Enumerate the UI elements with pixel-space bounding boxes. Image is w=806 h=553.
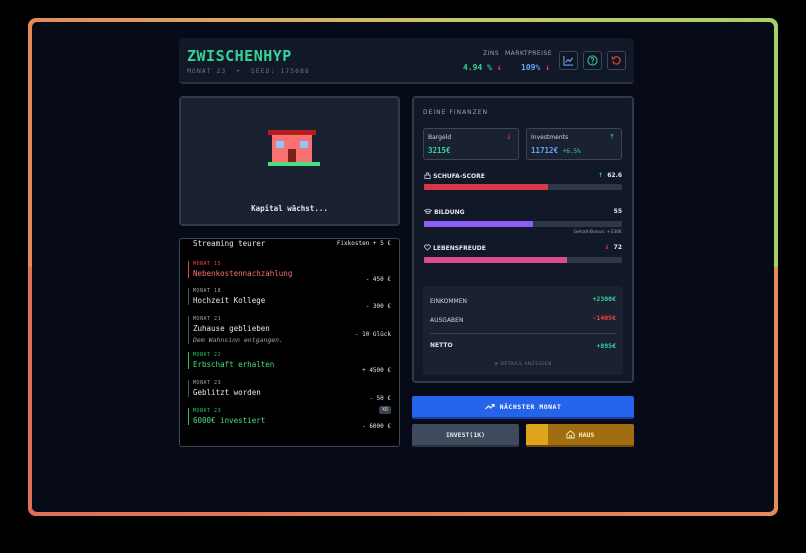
chart-button[interactable] (559, 51, 578, 70)
cash-trend-icon: ↓ (506, 133, 512, 141)
log-entry: MONAT 23 6000€ investiert - 6000 € X6 (188, 406, 391, 430)
house-progress (526, 424, 548, 445)
details-toggle[interactable]: ⊕ DETAILS ANZEIGEN (423, 362, 623, 367)
expenses-row: AUSGABEN -1405€ (430, 314, 616, 324)
lebensfreude-value: 72 (613, 244, 622, 251)
help-button[interactable] (583, 51, 602, 70)
lebensfreude-trend-icon: ↓ (604, 244, 610, 251)
investments-card: Investments ↑ 11712€ +6.5% (526, 128, 622, 160)
screen-frame: ZWISCHENHYP MONAT 23 • SEED: 175688 ZINS… (28, 18, 778, 516)
salary-bonus: Gehalt-Bonus: +330€ (573, 230, 622, 235)
schufa-meter (424, 184, 622, 190)
log-entry: MONAT 18 Hochzeit Kollege - 300 € (188, 288, 391, 310)
next-month-button[interactable]: NÄCHSTER MONAT (412, 396, 634, 419)
schufa-trend-icon: ↑ (597, 172, 603, 179)
top-bar: ZWISCHENHYP MONAT 23 • SEED: 175688 ZINS… (179, 38, 634, 84)
schufa-header: SCHUFA-SCORE ↑ 62.6 (424, 172, 622, 180)
trending-up-icon (484, 403, 495, 410)
log-entry: MONAT 23 Geblitzt worden - 50 € (188, 380, 391, 402)
graduation-cap-icon (423, 208, 433, 214)
lebensfreude-header: LEBENSFREUDE ↓ 72 (424, 244, 622, 252)
zins-label: ZINS (483, 50, 500, 57)
reset-button[interactable] (607, 51, 626, 70)
bildung-meter (424, 221, 622, 227)
buy-house-button[interactable]: HAUS (526, 424, 634, 447)
help-icon (587, 55, 598, 66)
bildung-value: 55 (613, 208, 622, 215)
lebensfreude-meter (424, 257, 622, 263)
bildung-header: BILDUNG 55 (423, 208, 622, 216)
schufa-value: 62.6 (607, 172, 622, 179)
expenses-value: -1405€ (592, 314, 616, 322)
netto-value: +895€ (596, 342, 616, 350)
cashflow-summary: EINKOMMEN +2300€ AUSGABEN -1405€ NETTO +… (423, 286, 623, 375)
multiplier-badge: X6 (378, 406, 391, 414)
summary-divider (430, 333, 616, 334)
event-log[interactable]: Streaming teurer Fixkosten + 5 € MONAT 1… (179, 238, 400, 447)
cash-value: 3215€ (428, 146, 451, 155)
seed-label: SEED: 175688 (250, 67, 310, 75)
income-row: EINKOMMEN +2300€ (430, 295, 616, 305)
markt-trend-icon: ↓ (545, 63, 550, 72)
chart-icon (563, 55, 574, 66)
log-entry: MONAT 15 Nebenkostennachzahlung - 450 € (188, 261, 391, 283)
finances-title: DEINE FINANZEN (423, 109, 489, 116)
heart-icon (424, 244, 431, 251)
house-display: Kapital wächst... (179, 96, 400, 226)
investments-value: 11712€ +6.5% (531, 146, 581, 155)
investments-trend-icon: ↑ (609, 133, 615, 141)
month-label: MONAT 23 (187, 67, 227, 75)
house-status: Kapital wächst... (251, 204, 328, 213)
netto-row: NETTO +895€ (430, 342, 616, 350)
zins-value: 4.94 % ↓ (463, 63, 502, 72)
game-screen: ZWISCHENHYP MONAT 23 • SEED: 175688 ZINS… (32, 22, 774, 512)
markt-value: 109% ↓ (521, 63, 550, 72)
log-entry: MONAT 21 Zuhause geblieben - 10 Glück De… (188, 316, 391, 344)
game-title: ZWISCHENHYP (187, 47, 292, 65)
meta-separator: • (236, 67, 242, 75)
zins-trend-icon: ↓ (496, 63, 502, 72)
invest-button[interactable]: INVEST(1K) (412, 424, 519, 447)
lock-icon (424, 172, 431, 179)
log-entry: MONAT 22 Erbschaft erhalten + 4500 € (188, 352, 391, 374)
home-icon (566, 430, 575, 439)
log-entry: Streaming teurer Fixkosten + 5 € (193, 239, 391, 248)
house-icon (268, 130, 320, 166)
month-seed-info: MONAT 23 • SEED: 175688 (187, 67, 310, 75)
finances-panel: DEINE FINANZEN Bargeld ↓ 3215€ Investmen… (412, 96, 634, 383)
markt-label: MARKTPREISE (505, 50, 553, 57)
income-value: +2300€ (592, 295, 616, 303)
cash-card: Bargeld ↓ 3215€ (423, 128, 519, 160)
reset-icon (611, 56, 621, 65)
